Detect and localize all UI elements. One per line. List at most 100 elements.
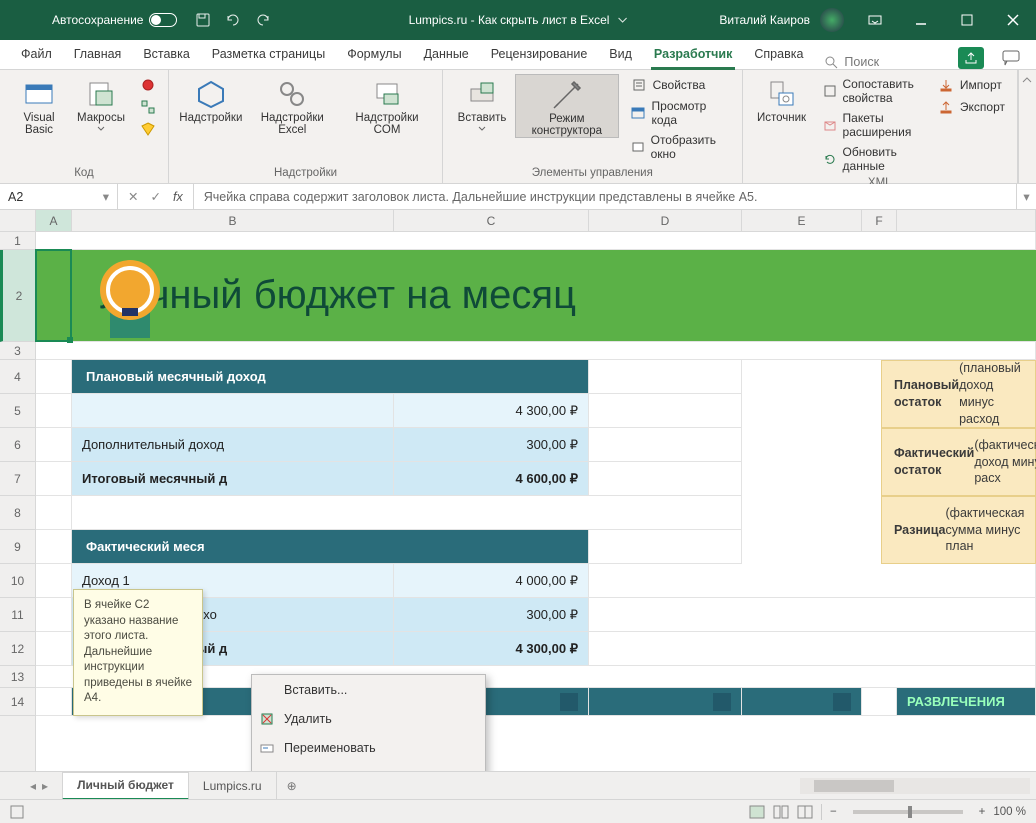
zoom-slider[interactable] (853, 810, 963, 814)
addins-button[interactable]: Надстройки (179, 74, 243, 124)
tab-data[interactable]: Данные (413, 39, 480, 69)
minimize-button[interactable] (898, 0, 944, 40)
col-header-F[interactable]: F (862, 210, 897, 231)
filter-chip[interactable] (713, 693, 731, 711)
macro-record-icon[interactable] (10, 805, 24, 819)
cancel-icon[interactable]: ✕ (128, 189, 138, 204)
tab-help[interactable]: Справка (743, 39, 814, 69)
expand-formula-icon[interactable]: ▾ (1016, 184, 1036, 209)
xml-import-button[interactable]: Импорт (936, 76, 1007, 94)
tab-view[interactable]: Вид (598, 39, 643, 69)
row-headers: 1 2 3 4 5 6 7 8 9 10 11 12 13 14 (0, 232, 36, 771)
filter-chip[interactable] (560, 693, 578, 711)
chevron-down-icon: ▾ (103, 189, 109, 204)
zoom-level[interactable]: 100 % (993, 806, 1026, 818)
toggle-icon (149, 13, 177, 27)
document-title[interactable]: Lumpics.ru - Как скрыть лист в Excel (409, 13, 628, 27)
row-header[interactable]: 14 (0, 688, 35, 716)
visual-basic-button[interactable]: Visual Basic (10, 74, 68, 136)
filter-chip[interactable] (833, 693, 851, 711)
macros-button[interactable]: Макросы (72, 74, 130, 132)
spreadsheet-grid[interactable]: A B C D E F 1 2 3 4 5 6 7 (0, 210, 1036, 771)
col-header-C[interactable]: C (394, 210, 589, 231)
ribbon-options-icon[interactable] (852, 0, 898, 40)
horizontal-scrollbar[interactable] (800, 778, 1030, 794)
zoom-out-button[interactable]: − (830, 806, 837, 818)
excel-addins-button[interactable]: Надстройки Excel (247, 74, 338, 136)
xml-export-button[interactable]: Экспорт (936, 98, 1007, 116)
relative-refs-button[interactable] (138, 98, 158, 116)
row-header[interactable]: 9 (0, 530, 35, 564)
ctx-insert[interactable]: Вставить... (252, 675, 485, 704)
col-header-E[interactable]: E (742, 210, 862, 231)
comments-icon[interactable] (1002, 50, 1020, 66)
insert-control-button[interactable]: Вставить (453, 74, 511, 132)
formula-input[interactable]: Ячейка справа содержит заголовок листа. … (194, 184, 1016, 209)
sheet-tab-2[interactable]: Lumpics.ru (189, 772, 277, 800)
share-button[interactable] (958, 47, 984, 69)
com-addins-button[interactable]: Надстройки COM (342, 74, 432, 136)
row-header[interactable]: 11 (0, 598, 35, 632)
row-header[interactable]: 5 (0, 394, 35, 428)
col-header-A[interactable]: A (36, 210, 72, 231)
expansion-packs-button[interactable]: Пакеты расширения (821, 110, 918, 140)
ribbon-collapse-icon[interactable] (1018, 70, 1036, 183)
ctx-delete[interactable]: Удалить (252, 704, 485, 733)
name-box[interactable]: A2 ▾ (0, 184, 118, 209)
view-pagebreak-icon[interactable] (797, 805, 813, 819)
view-normal-icon[interactable] (749, 805, 765, 819)
col-header-D[interactable]: D (589, 210, 742, 231)
design-mode-button[interactable]: Режим конструктора (515, 74, 619, 138)
row-header[interactable]: 13 (0, 666, 35, 688)
map-properties-button[interactable]: Сопоставить свойства (821, 76, 918, 106)
ctx-rename[interactable]: Переименовать (252, 733, 485, 762)
avatar (820, 8, 844, 32)
row-header[interactable]: 8 (0, 496, 35, 530)
add-sheet-button[interactable]: ⊕ (277, 779, 307, 793)
record-macro-button[interactable] (138, 76, 158, 94)
properties-button[interactable]: Свойства (629, 76, 732, 94)
cell-tooltip: В ячейке C2 указано название этого листа… (73, 589, 203, 716)
col-header-B[interactable]: B (72, 210, 394, 231)
search-box[interactable]: Поиск (814, 55, 909, 69)
run-dialog-button[interactable]: Отобразить окно (629, 132, 732, 162)
row-header[interactable]: 3 (0, 342, 35, 360)
row-header[interactable]: 10 (0, 564, 35, 598)
fx-icon[interactable]: fx (173, 190, 183, 204)
chevron-down-icon (97, 126, 105, 132)
autosave-label: Автосохранение (52, 13, 143, 27)
save-icon[interactable] (195, 12, 211, 28)
macro-security-button[interactable] (138, 120, 158, 138)
tab-insert[interactable]: Вставка (132, 39, 200, 69)
row-header[interactable]: 6 (0, 428, 35, 462)
row-header[interactable]: 7 (0, 462, 35, 496)
refresh-data-button[interactable]: Обновить данные (821, 144, 918, 174)
row-header[interactable]: 12 (0, 632, 35, 666)
sheet-nav-next[interactable]: ▸ (42, 779, 48, 793)
group-code: Visual Basic Макросы Код (0, 70, 169, 183)
maximize-button[interactable] (944, 0, 990, 40)
row-header[interactable]: 4 (0, 360, 35, 394)
autosave-toggle[interactable]: Автосохранение (52, 13, 177, 27)
close-button[interactable] (990, 0, 1036, 40)
undo-icon[interactable] (225, 12, 241, 28)
tab-layout[interactable]: Разметка страницы (201, 39, 336, 69)
tab-developer[interactable]: Разработчик (643, 39, 743, 69)
user-section[interactable]: Виталий Каиров (719, 8, 844, 32)
confirm-icon[interactable]: ✓ (150, 189, 160, 204)
ctx-move[interactable]: Переместить или скопировать... (252, 762, 485, 771)
view-code-button[interactable]: Просмотр кода (629, 98, 732, 128)
tab-review[interactable]: Рецензирование (480, 39, 599, 69)
row-header[interactable]: 2 (0, 250, 35, 342)
zoom-in-button[interactable]: + (979, 806, 986, 818)
sheet-tab-1[interactable]: Личный бюджет (62, 772, 189, 800)
tab-file[interactable]: Файл (10, 39, 63, 69)
row-header[interactable]: 1 (0, 232, 35, 250)
xml-source-button[interactable]: Источник (753, 74, 811, 124)
tab-home[interactable]: Главная (63, 39, 133, 69)
sheet-nav-prev[interactable]: ◂ (30, 779, 36, 793)
tab-formulas[interactable]: Формулы (336, 39, 412, 69)
select-all-cell[interactable] (0, 210, 36, 232)
redo-icon[interactable] (255, 12, 271, 28)
view-pagelayout-icon[interactable] (773, 805, 789, 819)
